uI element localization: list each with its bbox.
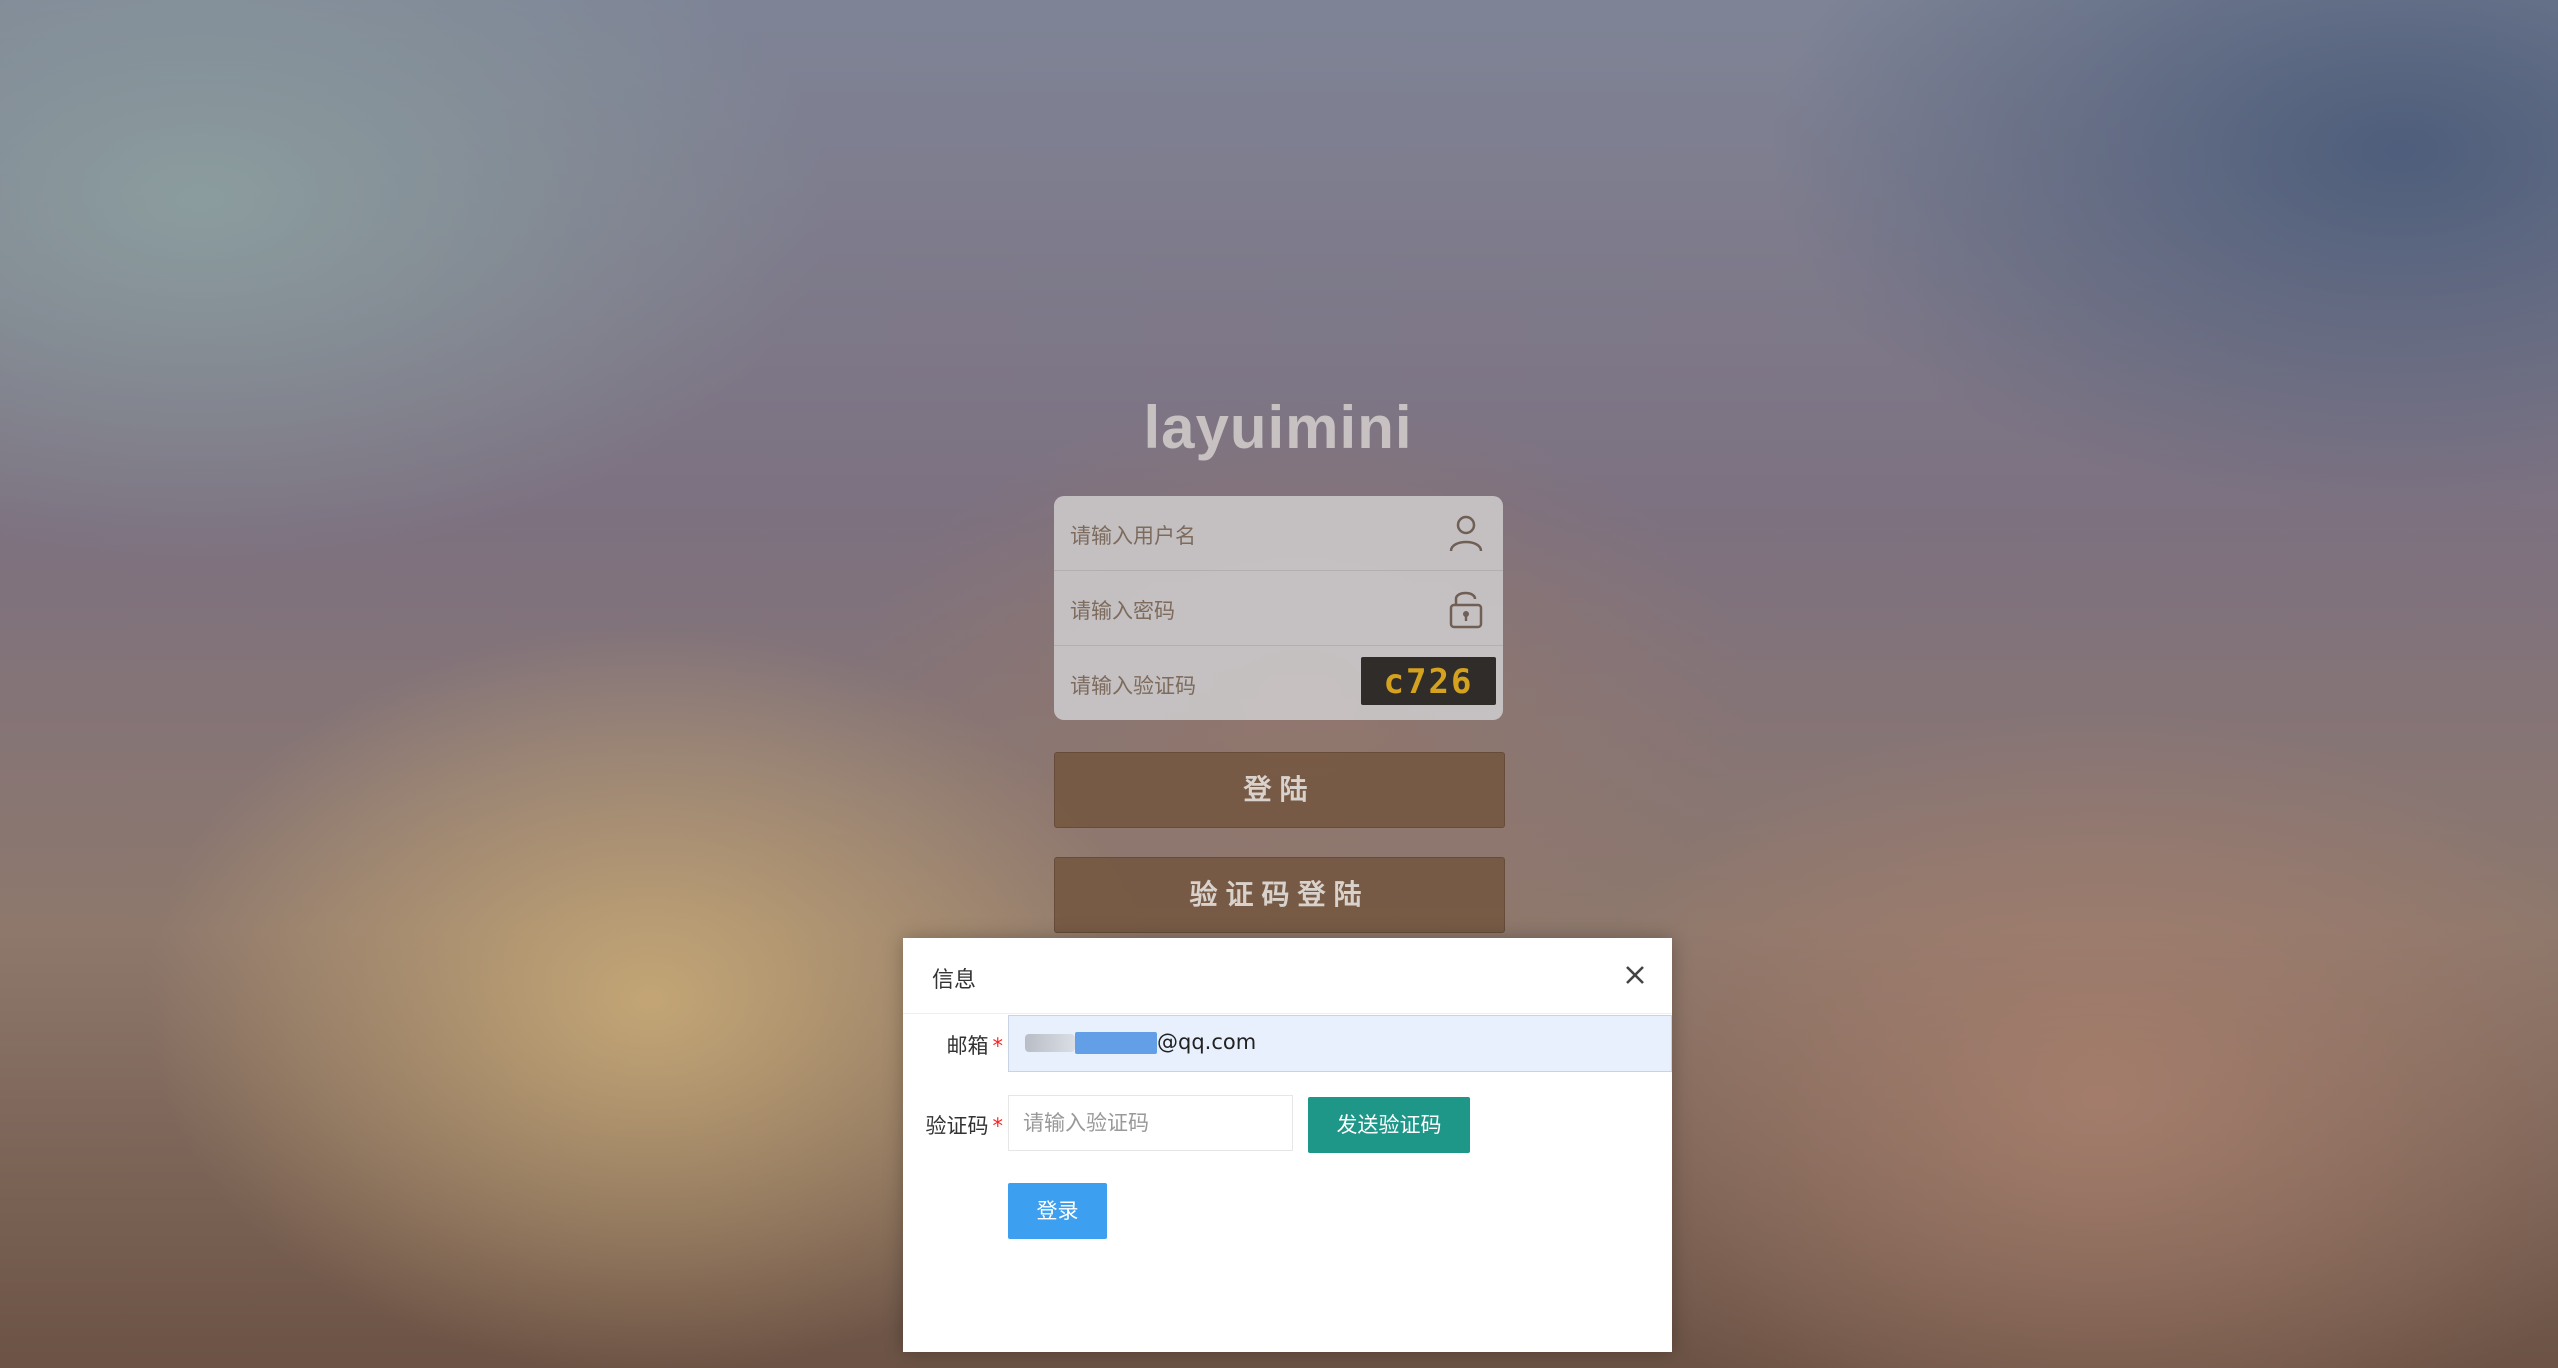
info-dialog: 信息 邮箱 * @qq.com 验证码 * 请输入验证码 发送验证码 登录: [903, 938, 1672, 1352]
captcha-text: c726: [1383, 662, 1474, 702]
captcha-field[interactable]: 请输入验证码 c726: [1054, 646, 1503, 720]
unlock-icon: [1449, 591, 1483, 629]
app-title: layuimini: [1143, 394, 1413, 461]
username-placeholder: 请输入用户名: [1070, 524, 1196, 548]
required-mark: *: [992, 1114, 1004, 1138]
email-value: @qq.com: [1009, 1030, 1256, 1054]
dialog-header: 信息: [903, 938, 1672, 1014]
email-label-text: 邮箱: [946, 1034, 989, 1058]
selected-text-highlight: [1075, 1032, 1157, 1054]
email-field[interactable]: @qq.com: [1008, 1015, 1672, 1072]
captcha-placeholder: 请输入验证码: [1070, 674, 1196, 698]
send-code-button[interactable]: 发送验证码: [1308, 1097, 1470, 1153]
masked-text: [1025, 1034, 1075, 1052]
username-field[interactable]: 请输入用户名: [1054, 496, 1503, 571]
email-label: 邮箱 *: [923, 1030, 1004, 1060]
email-suffix: @qq.com: [1157, 1030, 1257, 1054]
submit-login-button[interactable]: 登录: [1008, 1183, 1107, 1239]
password-placeholder: 请输入密码: [1070, 599, 1175, 623]
verification-code-input[interactable]: 请输入验证码: [1008, 1095, 1293, 1151]
code-label-text: 验证码: [925, 1114, 989, 1138]
user-icon: [1449, 515, 1483, 552]
login-button[interactable]: 登陆: [1054, 752, 1505, 828]
required-mark: *: [992, 1034, 1004, 1058]
password-field[interactable]: 请输入密码: [1054, 571, 1503, 646]
dialog-title: 信息: [932, 968, 977, 993]
code-label: 验证码 *: [903, 1110, 1004, 1140]
close-icon[interactable]: [1620, 960, 1650, 990]
code-login-button[interactable]: 验证码登陆: [1054, 857, 1505, 933]
login-card: 请输入用户名 请输入密码 请输入验证码 c726: [1054, 496, 1503, 720]
captcha-image[interactable]: c726: [1361, 657, 1496, 705]
